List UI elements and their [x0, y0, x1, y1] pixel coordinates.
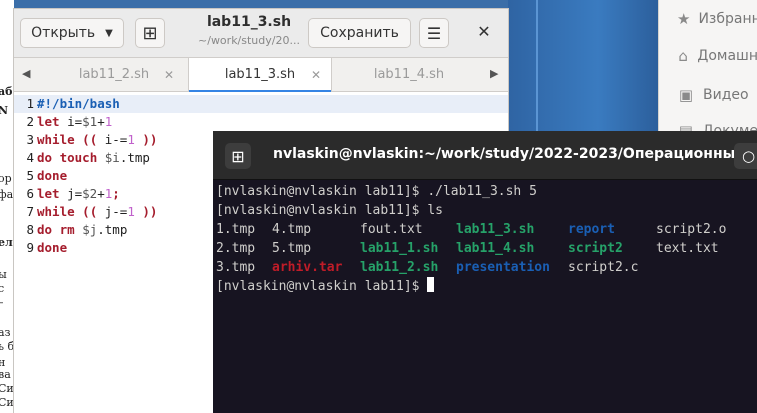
background-text-fragment: фа	[0, 188, 14, 201]
terminal-headerbar: ⊞ nvlaskin@nvlaskin:~/work/study/2022-20…	[213, 131, 757, 180]
ls-entry: presentation	[456, 260, 550, 275]
tab-lab11-3[interactable]: lab11_3.sh ✕	[188, 58, 332, 92]
sidebar-item-video[interactable]: ▣ Видео	[659, 82, 757, 108]
background-text-fragment: ь б	[0, 340, 14, 353]
tab-lab11-4[interactable]: lab11_4.sh	[334, 58, 484, 91]
line-number: 8	[26, 222, 34, 237]
menu-button[interactable]: ☰	[419, 18, 449, 48]
background-text-fragment: Си	[0, 382, 14, 395]
sidebar-item-favorites[interactable]: ★ Избранн	[659, 6, 757, 32]
background-text-fragment: аб	[0, 85, 13, 98]
terminal-window: ⊞ nvlaskin@nvlaskin:~/work/study/2022-20…	[213, 131, 757, 413]
ls-entry: 1.tmp	[216, 222, 256, 237]
line-number: 3	[26, 132, 34, 147]
ls-entry: script2	[568, 241, 623, 256]
background-text-fragment: Си	[0, 396, 14, 409]
line-number: 1	[26, 96, 34, 111]
ls-entry: 5.tmp	[272, 241, 312, 256]
tab-close-icon[interactable]: ✕	[164, 68, 174, 82]
ls-entry: arhiv.tar	[272, 260, 343, 275]
editor-tabbar: ◀ lab11_2.sh ✕ lab11_3.sh ✕ lab11_4.sh ▶	[14, 58, 508, 92]
code-text: do rm $j.tmp	[37, 222, 128, 237]
background-text-fragment: –	[0, 296, 4, 309]
ls-entry: text.txt	[656, 241, 719, 256]
line-number: 5	[26, 168, 34, 183]
ls-entry: script2.o	[656, 222, 727, 237]
ls-entry: 2.tmp	[216, 241, 256, 256]
new-tab-button[interactable]: ⊞	[135, 18, 165, 48]
ls-entry: script2.c	[568, 260, 639, 275]
background-document: абNорфаелыс– азь бнваСиСи	[0, 0, 14, 413]
text-cursor	[427, 277, 435, 292]
code-text: do touch $i.tmp	[37, 150, 150, 165]
terminal-line: [nvlaskin@nvlaskin lab11]$ ./lab11_3.sh …	[216, 184, 537, 199]
chevron-down-icon: ▼	[105, 27, 113, 39]
search-icon: ○	[742, 147, 756, 165]
video-icon: ▣	[678, 86, 694, 104]
background-text-fragment: аз	[0, 326, 11, 339]
ls-entry: lab11_1.sh	[360, 241, 439, 256]
ls-entry: report	[568, 222, 615, 237]
code-text: let i=$1+1	[37, 114, 113, 129]
tab-label: lab11_2.sh	[78, 67, 150, 82]
terminal-prompt-line: [nvlaskin@nvlaskin lab11]$	[216, 277, 435, 296]
search-button[interactable]: ○	[734, 143, 757, 169]
line-number: 2	[26, 114, 34, 129]
save-button[interactable]: Сохранить	[308, 18, 411, 48]
background-text-fragment: ор	[0, 172, 12, 185]
terminal-line: [nvlaskin@nvlaskin lab11]$ ls	[216, 203, 443, 218]
background-text-fragment: N	[0, 104, 9, 117]
tab-scroll-left-icon[interactable]: ◀	[22, 67, 30, 80]
code-text: #!/bin/bash	[37, 96, 120, 111]
tab-close-icon[interactable]: ✕	[311, 68, 321, 82]
open-button[interactable]: Открыть ▼	[20, 18, 124, 48]
background-text-fragment: ел	[0, 236, 13, 249]
background-text-fragment: с	[0, 282, 5, 295]
line-number: 9	[26, 240, 34, 255]
sidebar-item-label: Домашн	[697, 48, 757, 64]
tab-scroll-right-icon[interactable]: ▶	[490, 67, 498, 80]
editor-headerbar: Открыть ▼ ⊞ lab11_3.sh ~/work/study/20..…	[14, 9, 508, 58]
save-button-label: Сохранить	[320, 25, 399, 41]
ls-entry: fout.txt	[360, 222, 423, 237]
ls-entry: lab11_3.sh	[456, 222, 535, 237]
code-text: while (( j-=1 ))	[37, 204, 158, 219]
hamburger-menu-icon: ☰	[426, 23, 442, 43]
line-number: 6	[26, 186, 34, 201]
close-icon: ✕	[477, 22, 491, 41]
open-button-label: Открыть	[31, 25, 96, 41]
tab-label: lab11_3.sh	[224, 67, 296, 82]
tab-label: lab11_4.sh	[373, 67, 445, 82]
code-line: 1 #!/bin/bash	[14, 95, 508, 113]
window-title: lab11_3.sh	[206, 14, 292, 30]
ls-entry: lab11_4.sh	[456, 241, 535, 256]
code-text: while (( i-=1 ))	[37, 132, 158, 147]
terminal-output[interactable]: [nvlaskin@nvlaskin lab11]$ ./lab11_3.sh …	[213, 180, 757, 413]
sidebar-item-label: Видео	[703, 87, 749, 103]
home-icon: ⌂	[678, 47, 688, 65]
new-tab-button[interactable]: ⊞	[225, 143, 251, 169]
tab-lab11-2[interactable]: lab11_2.sh ✕	[44, 58, 184, 91]
background-text-fragment: ы	[0, 268, 7, 281]
star-icon: ★	[677, 10, 691, 28]
background-text-fragment: ва	[0, 368, 11, 381]
line-number: 7	[26, 204, 34, 219]
line-number: 4	[26, 150, 34, 165]
code-text: let j=$2+1;	[37, 186, 120, 201]
plus-icon: ⊞	[142, 22, 158, 44]
window-subtitle: ~/work/study/20...	[198, 34, 300, 47]
ls-entry: 4.tmp	[272, 222, 312, 237]
plus-icon: ⊞	[231, 146, 245, 166]
ls-entry: 3.tmp	[216, 260, 256, 275]
close-button[interactable]: ✕	[470, 22, 498, 44]
code-line: 2 let i=$1+1	[14, 113, 508, 131]
terminal-title: nvlaskin@nvlaskin:~/work/study/2022-2023…	[273, 146, 738, 162]
sidebar-item-home[interactable]: ⌂ Домашн	[659, 43, 757, 69]
sidebar-item-label: Избранн	[698, 11, 757, 27]
ls-entry: lab11_2.sh	[360, 260, 439, 275]
code-text: done	[37, 240, 68, 255]
code-text: done	[37, 168, 68, 183]
